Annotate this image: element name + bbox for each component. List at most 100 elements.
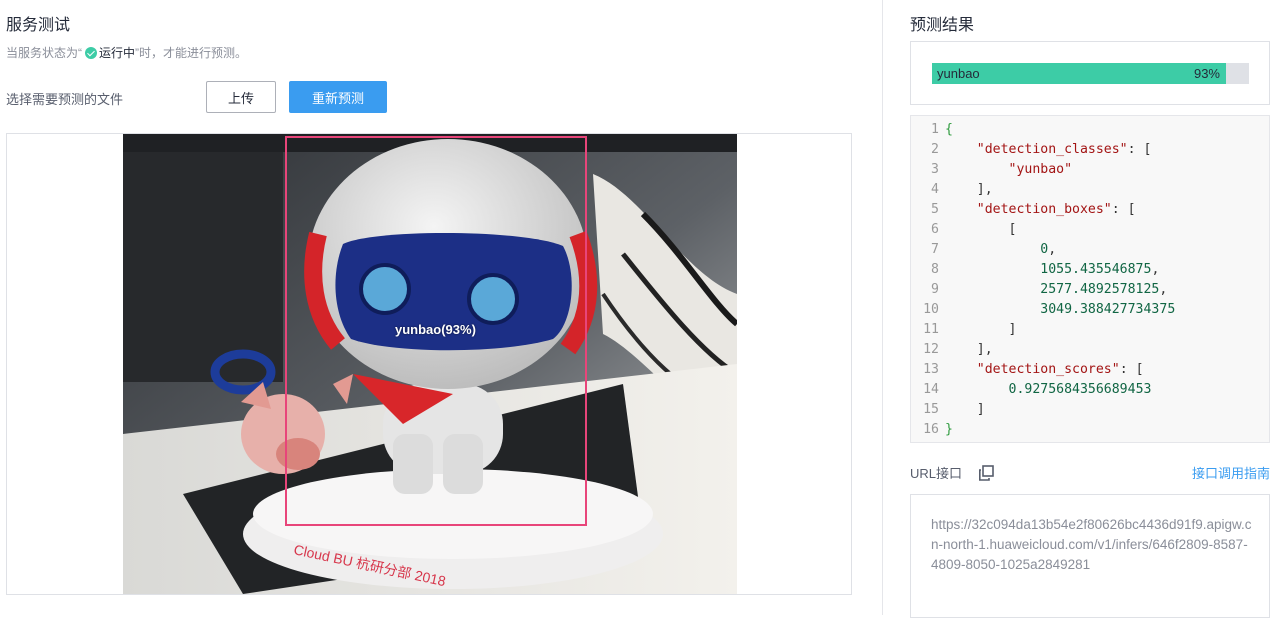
code-line: 6 [ (911, 220, 1269, 240)
code-line: 1{ (911, 120, 1269, 140)
check-circle-icon (85, 47, 97, 59)
score-percent: 93% (1193, 66, 1220, 81)
code-token: "detection_boxes" (976, 202, 1112, 217)
url-label: URL接口 (910, 466, 963, 481)
code-token: "detection_classes" (976, 142, 1128, 157)
upload-button[interactable]: 上传 (206, 81, 276, 113)
code-line: 11 ] (911, 320, 1269, 340)
code-token: : [ (1127, 142, 1152, 157)
code-line: 12 ], (911, 340, 1269, 360)
code-token: 2577.4892578125 (1040, 282, 1160, 297)
code-line: 4 ], (911, 180, 1269, 200)
code-line: 16} (911, 420, 1269, 440)
code-text: "detection_classes": [ (945, 140, 1152, 160)
line-number: 4 (931, 182, 939, 197)
score-bar-track: yunbao 93% (932, 63, 1249, 84)
copy-icon[interactable] (978, 465, 994, 481)
code-text: 1055.435546875, (945, 260, 1159, 280)
line-number: 2 (931, 142, 939, 157)
code-line: 14 0.9275684356689453 (911, 380, 1269, 400)
code-text: ] (945, 400, 985, 420)
line-number: 1 (931, 122, 939, 137)
code-line: 3 "yunbao" (911, 160, 1269, 180)
prediction-image-frame: Cloud BU 杭研分部 2018 yunbao(93%) (6, 133, 852, 595)
hint-prefix: 当服务状态为“ (6, 46, 82, 60)
code-text: 0.9275684356689453 (945, 380, 1152, 400)
code-line: 13 "detection_scores": [ (911, 360, 1269, 380)
code-token: 0.9275684356689453 (1008, 382, 1152, 397)
json-result-viewer[interactable]: 1{2 "detection_classes": [3 "yunbao" 4 ],… (910, 115, 1270, 443)
code-token: 3049.388427734375 (1040, 302, 1176, 317)
prediction-result-card: yunbao 93% (910, 41, 1270, 105)
code-text: [ (945, 220, 1017, 240)
line-number: 6 (931, 222, 939, 237)
code-line: 8 1055.435546875, (911, 260, 1269, 280)
line-number: 8 (931, 262, 939, 277)
detection-label: yunbao(93%) (395, 322, 476, 337)
score-class-name: yunbao (937, 66, 980, 81)
code-token: ] (945, 322, 1017, 337)
url-value: https://32c094da13b54e2f80626bc4436d91f9… (931, 517, 1252, 572)
code-line: 2 "detection_classes": [ (911, 140, 1269, 160)
page-title: 服务测试 (6, 17, 71, 34)
code-line: 10 3049.388427734375 (911, 300, 1269, 320)
code-token: : [ (1111, 202, 1136, 217)
line-number: 13 (923, 362, 939, 377)
line-number: 7 (931, 242, 939, 257)
code-line: 15 ] (911, 400, 1269, 420)
line-number: 9 (931, 282, 939, 297)
code-text: 2577.4892578125, (945, 280, 1167, 300)
code-text: } (945, 420, 953, 440)
line-number: 10 (923, 302, 939, 317)
line-number: 15 (923, 402, 939, 417)
code-token: ], (945, 342, 993, 357)
code-text: "detection_boxes": [ (945, 200, 1136, 220)
code-token: { (945, 122, 953, 137)
code-text: 0, (945, 240, 1056, 260)
code-text: 3049.388427734375 (945, 300, 1175, 320)
code-line: 9 2577.4892578125, (911, 280, 1269, 300)
code-token: "yunbao" (1008, 162, 1073, 177)
code-line: 7 0, (911, 240, 1269, 260)
code-text: ], (945, 340, 993, 360)
code-text: ] (945, 320, 1017, 340)
api-guide-link[interactable]: 接口调用指南 (1192, 463, 1270, 482)
service-status-hint: 当服务状态为“ 运行中”时，才能进行预测。 (6, 44, 247, 61)
code-text: ], (945, 180, 993, 200)
line-number: 12 (923, 342, 939, 357)
code-token: } (945, 422, 953, 437)
url-value-box[interactable]: https://32c094da13b54e2f80626bc4436d91f9… (910, 494, 1270, 618)
hint-suffix: ”时，才能进行预测。 (135, 46, 248, 60)
code-token: , (1048, 242, 1057, 257)
code-token: [ (945, 222, 1017, 237)
code-token: 1055.435546875 (1040, 262, 1152, 277)
code-token: ] (945, 402, 985, 417)
code-token: "detection_scores" (976, 362, 1120, 377)
status-running-text: 运行中 (99, 46, 136, 60)
result-title: 预测结果 (910, 17, 975, 34)
code-token: , (1151, 262, 1160, 277)
line-number: 14 (923, 382, 939, 397)
code-line: 5 "detection_boxes": [ (911, 200, 1269, 220)
code-token: : [ (1119, 362, 1144, 377)
code-text: "detection_scores": [ (945, 360, 1144, 380)
line-number: 16 (923, 422, 939, 437)
code-token: ], (945, 182, 993, 197)
code-token: , (1159, 282, 1168, 297)
line-number: 3 (931, 162, 939, 177)
code-text: "yunbao" (945, 160, 1073, 180)
file-select-label: 选择需要预测的文件 (6, 92, 124, 107)
code-text: { (945, 120, 953, 140)
panel-divider (882, 0, 883, 615)
line-number: 5 (931, 202, 939, 217)
repredict-button[interactable]: 重新预测 (289, 81, 387, 113)
